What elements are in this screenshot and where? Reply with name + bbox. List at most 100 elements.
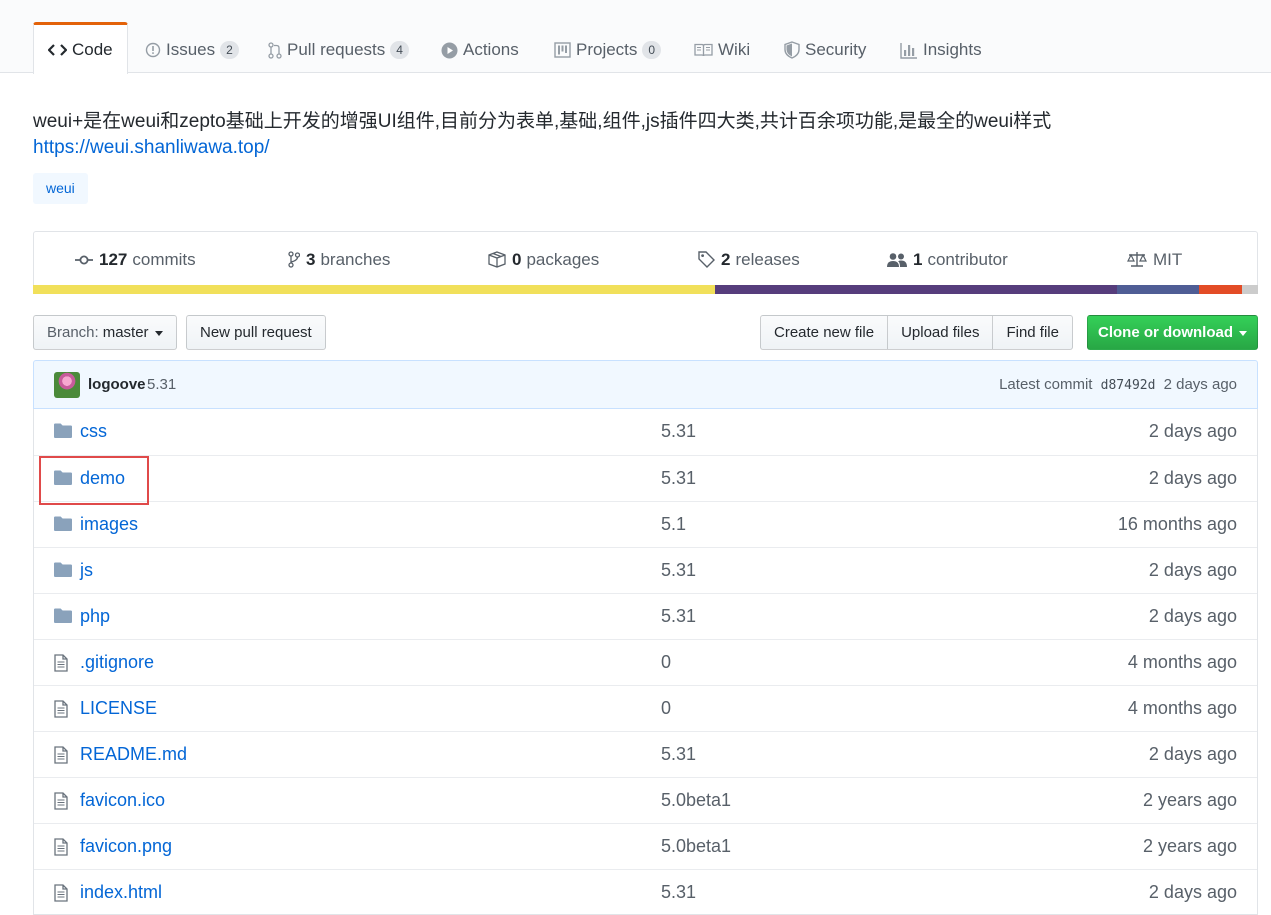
commits-link[interactable]: 127 commits	[75, 232, 196, 287]
file-name-link[interactable]: php	[80, 606, 110, 627]
code-icon	[48, 43, 67, 57]
latest-commit-bar: logoove 5.31 Latest commit d87492d 2 day…	[33, 360, 1258, 409]
file-icon	[54, 700, 68, 718]
file-name-link[interactable]: LICENSE	[80, 698, 157, 719]
folder-icon	[54, 608, 72, 623]
project-icon	[554, 42, 571, 58]
language-bar-segment[interactable]	[1242, 285, 1258, 294]
new-pull-request-label: New pull request	[200, 324, 312, 341]
upload-files-button[interactable]: Upload files	[887, 315, 994, 350]
tab-code[interactable]: Code	[33, 22, 128, 74]
file-age: 4 months ago	[1127, 698, 1237, 718]
file-icon	[54, 746, 68, 764]
file-age: 2 days ago	[1148, 421, 1237, 441]
file-commit-message-link[interactable]: 5.0beta1	[661, 790, 731, 811]
file-icon	[54, 838, 68, 856]
book-icon	[694, 43, 713, 57]
table-row: js 5.31 2 days ago	[34, 547, 1257, 593]
topic-tag[interactable]: weui	[33, 173, 88, 204]
tag-icon	[698, 251, 715, 268]
file-name-link[interactable]: css	[80, 421, 107, 442]
file-commit-message-link[interactable]: 5.31	[661, 560, 696, 581]
tab-label: Issues	[166, 40, 216, 59]
table-row: css 5.31 2 days ago	[34, 409, 1257, 455]
law-icon	[1127, 251, 1147, 268]
branches-link[interactable]: 3 branches	[288, 232, 390, 287]
tab-pull-requests[interactable]: Pull requests 4	[268, 26, 409, 74]
file-age: 2 days ago	[1148, 468, 1237, 488]
file-commit-message-link[interactable]: 0	[661, 652, 671, 673]
commit-sha-link[interactable]: d87492d	[1101, 378, 1156, 393]
file-icon	[54, 654, 68, 672]
license-link[interactable]: MIT	[1127, 232, 1182, 287]
tab-insights[interactable]: Insights	[900, 26, 982, 74]
file-name-link[interactable]: js	[80, 560, 93, 581]
tab-issues[interactable]: Issues 2	[145, 26, 239, 74]
create-new-file-button[interactable]: Create new file	[760, 315, 889, 350]
language-bar-segment[interactable]	[715, 285, 1118, 294]
pull-requests-count-badge: 4	[390, 41, 409, 59]
file-commit-message-link[interactable]: 0	[661, 698, 671, 719]
packages-link[interactable]: 0 packages	[488, 232, 599, 287]
commit-author-link[interactable]: logoove	[88, 376, 146, 393]
tab-security[interactable]: Security	[784, 26, 866, 74]
folder-icon	[54, 470, 72, 485]
file-commit-message-link[interactable]: 5.31	[661, 421, 696, 442]
avatar[interactable]	[54, 372, 80, 398]
file-age: 2 days ago	[1148, 606, 1237, 626]
contributors-link[interactable]: 1 contributor	[887, 232, 1008, 287]
file-commit-message-link[interactable]: 5.31	[661, 882, 696, 903]
language-bar-segment[interactable]	[1199, 285, 1243, 294]
license-label: MIT	[1153, 249, 1183, 269]
folder-icon	[54, 562, 72, 577]
tab-actions[interactable]: Actions	[441, 26, 519, 74]
file-name-link[interactable]: demo	[80, 468, 125, 489]
language-bar[interactable]	[33, 285, 1258, 294]
file-commit-message-link[interactable]: 5.1	[661, 514, 686, 535]
language-bar-segment[interactable]	[1117, 285, 1200, 294]
file-name-link[interactable]: images	[80, 514, 138, 535]
clone-or-download-button[interactable]: Clone or download	[1087, 315, 1258, 350]
play-icon	[441, 42, 458, 59]
contributors-count: 1	[913, 249, 923, 269]
commit-message-link[interactable]: 5.31	[147, 376, 176, 393]
file-commit-message-link[interactable]: 5.31	[661, 606, 696, 627]
releases-link[interactable]: 2 releases	[698, 232, 800, 287]
latest-commit-label: Latest commit	[999, 376, 1093, 393]
tab-label: Projects	[576, 40, 638, 59]
tab-label: Security	[805, 40, 867, 59]
branch-select-button[interactable]: Branch: master	[33, 315, 177, 350]
file-name-link[interactable]: .gitignore	[80, 652, 154, 673]
file-name-link[interactable]: README.md	[80, 744, 187, 765]
file-name-link[interactable]: index.html	[80, 882, 162, 903]
tab-wiki[interactable]: Wiki	[694, 26, 750, 74]
file-name-link[interactable]: favicon.png	[80, 836, 172, 857]
packages-count: 0	[512, 249, 522, 269]
table-row: .gitignore 0 4 months ago	[34, 639, 1257, 685]
find-file-button[interactable]: Find file	[992, 315, 1073, 350]
commit-meta: Latest commit d87492d 2 days ago	[999, 376, 1237, 393]
file-icon	[54, 792, 68, 810]
repo-homepage-link[interactable]: https://weui.shanliwawa.top/	[33, 137, 270, 159]
file-name-link[interactable]: favicon.ico	[80, 790, 165, 811]
chevron-down-icon	[154, 331, 163, 336]
releases-count: 2	[721, 249, 731, 269]
contributors-label: contributor	[927, 249, 1008, 269]
graph-icon	[900, 42, 918, 59]
file-commit-message-link[interactable]: 5.31	[661, 744, 696, 765]
commit-age: 2 days ago	[1163, 376, 1237, 393]
releases-label: releases	[735, 249, 800, 269]
language-bar-segment[interactable]	[33, 285, 716, 294]
new-pull-request-button[interactable]: New pull request	[186, 315, 326, 350]
file-commit-message-link[interactable]: 5.0beta1	[661, 836, 731, 857]
repo-description: weui+是在weui和zepto基础上开发的增强UI组件,目前分为表单,基础,…	[33, 111, 1052, 132]
tab-label: Insights	[923, 40, 982, 59]
file-age: 2 years ago	[1142, 836, 1237, 856]
issue-icon	[145, 42, 161, 58]
clone-label: Clone or download	[1098, 324, 1233, 341]
tab-projects[interactable]: Projects 0	[554, 26, 662, 74]
file-commit-message-link[interactable]: 5.31	[661, 468, 696, 489]
table-row: favicon.png 5.0beta1 2 years ago	[34, 823, 1257, 869]
table-row: demo 5.31 2 days ago	[34, 455, 1257, 501]
table-row: favicon.ico 5.0beta1 2 years ago	[34, 777, 1257, 823]
